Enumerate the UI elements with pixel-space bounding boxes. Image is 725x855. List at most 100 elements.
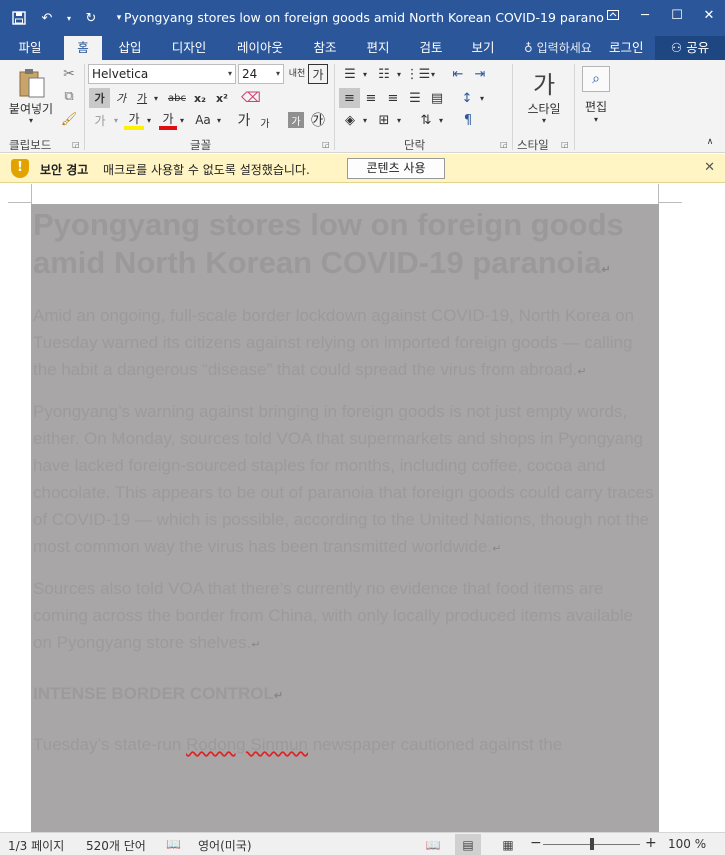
share-button[interactable]: ⚇ 공유 — [655, 36, 725, 60]
tab-mailings[interactable]: 편지 — [356, 36, 400, 60]
highlight-dropdown-icon[interactable]: ▾ — [144, 110, 154, 130]
increase-indent-icon[interactable]: ⇥ — [470, 64, 490, 84]
find-icon[interactable]: ⌕ — [582, 66, 610, 92]
phonetic-guide-icon[interactable]: 내천 — [288, 64, 306, 84]
tab-insert[interactable]: 삽입 — [108, 36, 152, 60]
editing-button[interactable]: 편집 — [578, 98, 614, 114]
font-size-box[interactable]: 24 ▾ — [238, 64, 284, 84]
redo-icon[interactable]: ↻ — [80, 9, 102, 27]
sort-dropdown-icon[interactable]: ▾ — [436, 110, 446, 130]
highlight-color-icon[interactable]: 가 — [124, 110, 144, 130]
font-color-dropdown-icon[interactable]: ▾ — [177, 110, 187, 130]
show-marks-icon[interactable]: ¶ — [458, 110, 478, 130]
text-effects-dropdown-icon[interactable]: ▾ — [111, 110, 121, 130]
change-case-dropdown-icon[interactable]: ▾ — [214, 110, 224, 130]
language-indicator[interactable]: 영어(미국) — [198, 837, 252, 854]
change-case-icon[interactable]: Aa — [192, 110, 214, 130]
tab-layout[interactable]: 레이아웃 — [228, 36, 292, 60]
paste-icon[interactable] — [14, 66, 50, 100]
sort-icon[interactable]: ⇅ — [416, 110, 436, 130]
paste-dropdown-icon[interactable]: ▾ — [24, 115, 38, 125]
bold-button[interactable]: 가 — [89, 88, 110, 108]
tell-me-box[interactable]: ♁ 입력하세요 — [524, 36, 592, 60]
multilevel-list-icon[interactable]: ⋮☰ — [406, 64, 431, 84]
collapse-ribbon-icon[interactable]: ∧ — [703, 136, 717, 148]
format-painter-icon[interactable]: 🖌 — [60, 110, 78, 128]
styles-launcher-icon[interactable]: ◲ — [561, 140, 569, 149]
character-border-icon[interactable]: 가 — [308, 64, 328, 84]
numbering-dropdown-icon[interactable]: ▾ — [394, 64, 404, 84]
superscript-button[interactable]: x² — [213, 88, 231, 108]
zoom-out-button[interactable]: − — [530, 835, 542, 851]
shrink-font-icon[interactable]: 가 — [258, 113, 272, 131]
zoom-in-button[interactable]: + — [645, 835, 657, 851]
cut-icon[interactable]: ✂ — [60, 65, 78, 83]
line-spacing-dropdown-icon[interactable]: ▾ — [477, 88, 487, 108]
character-shading-icon[interactable]: 가 — [288, 112, 304, 128]
print-layout-icon[interactable]: ▤ — [455, 834, 481, 855]
tab-design[interactable]: 디자인 — [162, 36, 216, 60]
document-content[interactable]: Pyongyang stores low on foreign goods am… — [33, 204, 655, 758]
editing-dropdown-icon[interactable]: ▾ — [589, 114, 603, 124]
page-count[interactable]: 1/3 페이지 — [8, 837, 64, 854]
tab-review[interactable]: 검토 — [408, 36, 454, 60]
read-mode-icon[interactable]: 📖 — [420, 834, 446, 855]
text-effects-icon[interactable]: 가 — [89, 110, 111, 130]
vertical-scrollbar[interactable] — [706, 184, 725, 832]
underline-button[interactable]: 가 — [133, 88, 151, 108]
login-button[interactable]: 로그인 — [609, 36, 644, 60]
ribbon-display-options-icon[interactable] — [597, 0, 629, 30]
tab-references[interactable]: 참조 — [302, 36, 348, 60]
zoom-slider-thumb[interactable] — [590, 838, 594, 850]
line-spacing-icon[interactable]: ↕ — [457, 88, 477, 108]
document-page[interactable]: Pyongyang stores low on foreign goods am… — [31, 204, 659, 832]
subscript-button[interactable]: x₂ — [191, 88, 209, 108]
proofing-icon[interactable]: 📖 — [166, 837, 181, 851]
undo-dropdown-icon[interactable]: ▾ — [64, 9, 74, 27]
numbering-icon[interactable]: ☷ — [374, 64, 394, 84]
decrease-indent-icon[interactable]: ⇤ — [448, 64, 468, 84]
close-icon[interactable]: ✕ — [693, 0, 725, 30]
tab-home[interactable]: 홈 — [64, 36, 102, 60]
font-launcher-icon[interactable]: ◲ — [322, 140, 330, 149]
font-name-box[interactable]: Helvetica ▾ — [88, 64, 236, 84]
font-name-dropdown-icon[interactable]: ▾ — [228, 65, 232, 83]
bullets-dropdown-icon[interactable]: ▾ — [360, 64, 370, 84]
distributed-icon[interactable]: ▤ — [427, 88, 447, 108]
underline-dropdown-icon[interactable]: ▾ — [151, 88, 161, 108]
tab-view[interactable]: 보기 — [460, 36, 506, 60]
align-left-icon[interactable]: ≡ — [339, 88, 360, 108]
multilevel-dropdown-icon[interactable]: ▾ — [428, 64, 438, 84]
clear-formatting-icon[interactable]: ⌫ — [240, 88, 262, 108]
clipboard-launcher-icon[interactable]: ◲ — [72, 140, 80, 149]
grow-font-icon[interactable]: 가 — [235, 110, 253, 130]
tab-file[interactable]: 파일 — [8, 36, 52, 60]
paragraph-launcher-icon[interactable]: ◲ — [500, 140, 508, 149]
minimize-icon[interactable]: ─ — [629, 0, 661, 30]
styles-icon[interactable]: 가 — [526, 66, 562, 99]
strikethrough-button[interactable]: abc — [165, 88, 189, 108]
font-color-icon[interactable]: 가 — [159, 110, 177, 130]
close-icon[interactable]: ✕ — [704, 160, 715, 175]
justify-icon[interactable]: ☰ — [405, 88, 425, 108]
shading-dropdown-icon[interactable]: ▾ — [360, 110, 370, 130]
word-count[interactable]: 520개 단어 — [86, 837, 146, 854]
bullets-icon[interactable]: ☰ — [340, 64, 360, 84]
save-icon[interactable] — [8, 9, 30, 27]
copy-icon[interactable]: ⧉ — [60, 87, 78, 105]
borders-dropdown-icon[interactable]: ▾ — [394, 110, 404, 130]
maximize-icon[interactable]: ☐ — [661, 0, 693, 30]
borders-icon[interactable]: ⊞ — [374, 110, 394, 130]
web-layout-icon[interactable]: ▦ — [495, 834, 521, 855]
styles-button[interactable]: 스타일 — [520, 100, 568, 116]
shading-icon[interactable]: ◈ — [340, 110, 360, 130]
enable-content-button[interactable]: 콘텐츠 사용 — [347, 158, 445, 179]
enclose-characters-icon[interactable]: ㉮ — [308, 110, 328, 130]
zoom-level[interactable]: 100 % — [668, 837, 706, 851]
paste-button[interactable]: 붙여넣기 — [6, 100, 56, 116]
italic-button[interactable]: 가 — [112, 88, 130, 108]
align-right-icon[interactable]: ≡ — [383, 88, 403, 108]
align-center-icon[interactable]: ≡ — [361, 88, 381, 108]
styles-dropdown-icon[interactable]: ▾ — [537, 115, 551, 125]
font-size-dropdown-icon[interactable]: ▾ — [276, 65, 280, 83]
